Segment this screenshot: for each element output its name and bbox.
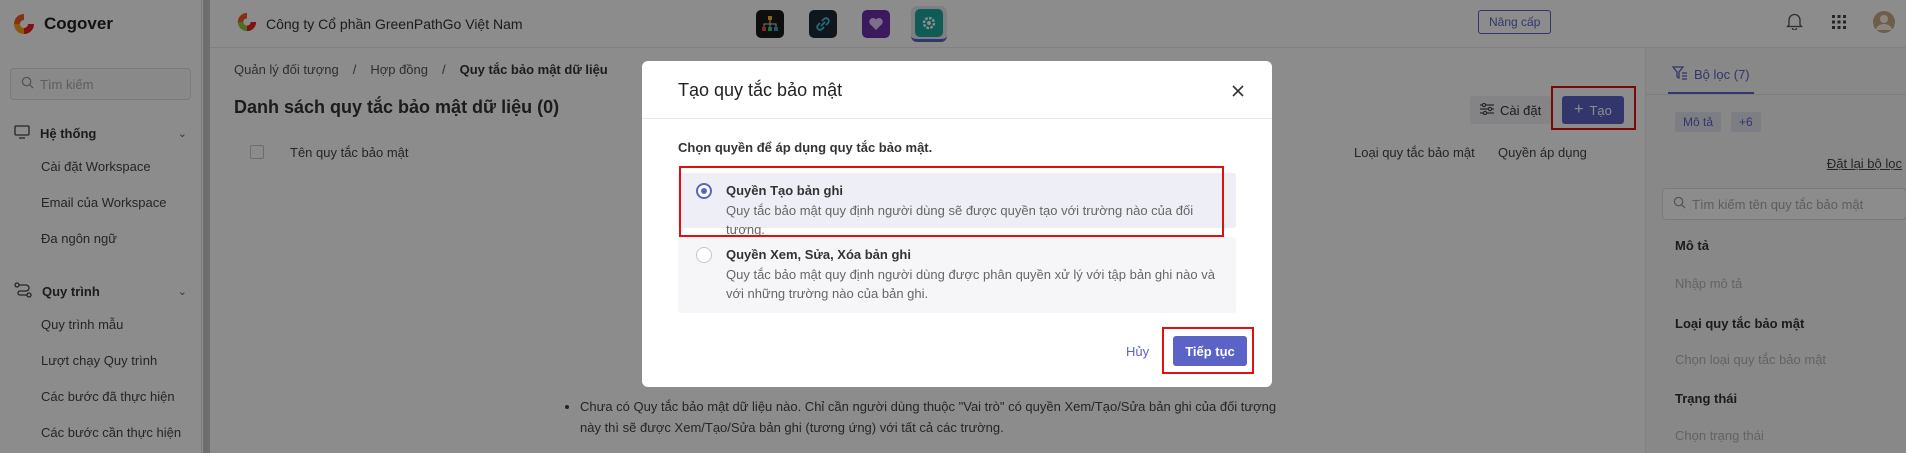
dialog-divider	[642, 118, 1272, 119]
dialog-title: Tạo quy tắc bảo mật	[678, 80, 843, 100]
dialog-prompt: Chọn quyền để áp dụng quy tắc bảo mật.	[678, 140, 933, 155]
create-security-rule-dialog: Tạo quy tắc bảo mật Chọn quyền để áp dụn…	[642, 61, 1272, 387]
option-view-edit-delete-permission[interactable]: Quyền Xem, Sửa, Xóa bản ghi Quy tắc bảo …	[678, 237, 1236, 313]
close-icon[interactable]	[1232, 81, 1244, 102]
cancel-button[interactable]: Hủy	[1126, 344, 1149, 359]
option-description: Quy tắc bảo mật quy định người dùng được…	[726, 267, 1215, 301]
highlight-create-option	[679, 166, 1224, 237]
radio-view-edit-delete-permission[interactable]	[696, 247, 712, 263]
highlight-continue-button	[1162, 327, 1254, 374]
option-title: Quyền Xem, Sửa, Xóa bản ghi	[726, 247, 911, 262]
